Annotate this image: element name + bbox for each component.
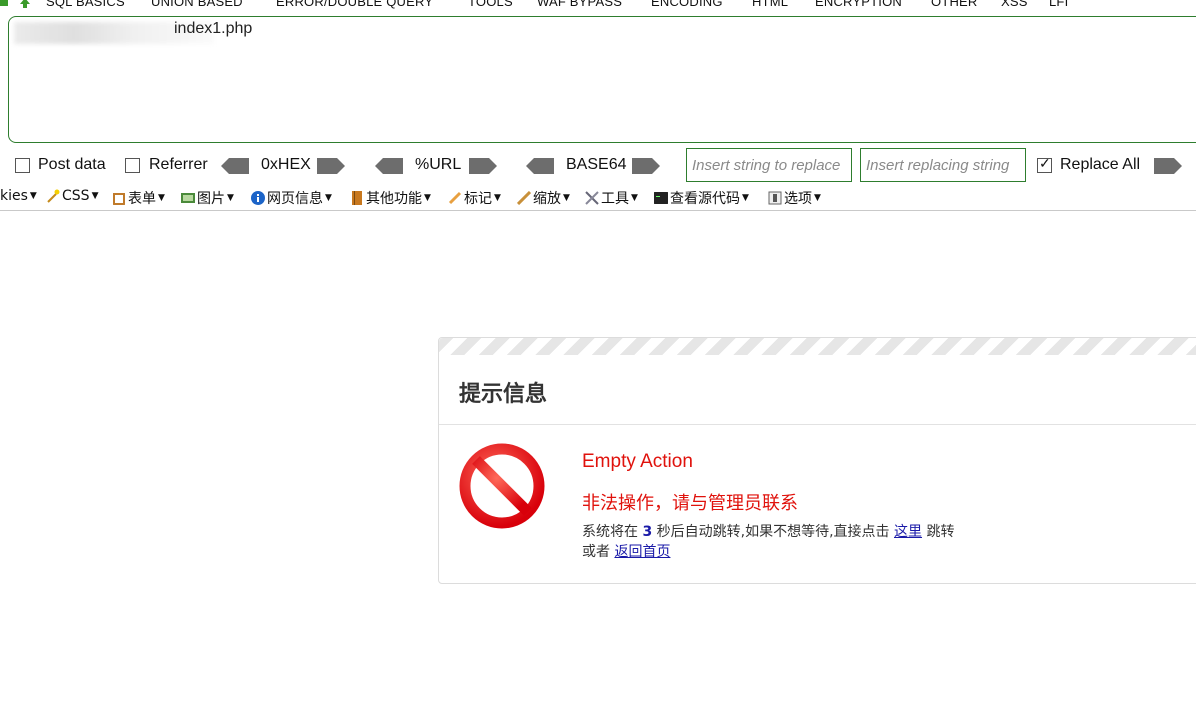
devbar-forms[interactable]: 表单 ▼	[112, 188, 165, 208]
message-panel: 提示信息 Empty Action 非法操作，请与管理员联系 系统将在 3 秒后…	[438, 337, 1196, 584]
devbar-options[interactable]: 选项 ▼	[768, 188, 821, 208]
devbar-tools[interactable]: 工具 ▼	[585, 188, 638, 208]
panel-title: 提示信息	[459, 382, 548, 407]
forbidden-icon	[459, 443, 545, 529]
menu-html[interactable]: HTML	[752, 0, 793, 9]
panel-stripe-header	[439, 338, 1196, 355]
magic-wand-icon	[47, 189, 60, 203]
error-action-text: Empty Action	[582, 451, 693, 472]
menu-waf-bypass[interactable]: WAF BYPASS	[537, 0, 627, 9]
redirect-here-link[interactable]: 这里	[894, 524, 922, 540]
green-arrow-icon	[0, 0, 8, 6]
options-icon	[768, 191, 782, 205]
devbar-cookies[interactable]: kies ▼	[0, 188, 37, 204]
devbar-page-info[interactable]: 网页信息 ▼	[251, 188, 332, 208]
return-home-link[interactable]: 返回首页	[614, 544, 670, 560]
url-decode-arrow-icon[interactable]	[375, 158, 403, 174]
menu-sql-basics[interactable]: SQL BASICS	[46, 0, 130, 9]
devbar-css[interactable]: CSS ▼	[46, 188, 98, 204]
post-data-label: Post data	[38, 156, 106, 173]
hex-decode-arrow-icon[interactable]	[221, 158, 249, 174]
menu-error-double-query[interactable]: ERROR/DOUBLE QUERY	[276, 0, 438, 9]
info-icon	[251, 191, 265, 205]
replace-all-label: Replace All	[1060, 156, 1141, 173]
toolbar-divider	[0, 210, 1196, 211]
menu-encoding[interactable]: ENCODING	[651, 0, 727, 9]
hackbar-options-row: Post data Referrer 0xHEX %URL BASE64 Ins…	[0, 148, 1196, 184]
book-icon	[352, 191, 362, 205]
base64-decode-arrow-icon[interactable]	[526, 158, 554, 174]
referrer-label: Referrer	[149, 156, 208, 173]
green-up-arrow-icon[interactable]	[20, 0, 30, 8]
devbar-images[interactable]: 图片 ▼	[181, 188, 234, 208]
ruler-icon	[517, 191, 531, 205]
hackbar-menu: SQL BASICS UNION BASED ERROR/DOUBLE QUER…	[0, 0, 1196, 10]
redirect-notice: 系统将在 3 秒后自动跳转,如果不想等待,直接点击 这里 跳转	[582, 524, 955, 540]
menu-tools[interactable]: TOOLS	[468, 0, 518, 9]
post-data-checkbox[interactable]	[15, 158, 30, 173]
image-icon	[181, 193, 195, 203]
hex-encode-arrow-icon[interactable]	[317, 158, 345, 174]
menu-lfi[interactable]: LFI	[1049, 0, 1073, 9]
terminal-icon	[654, 192, 668, 204]
tools-icon	[585, 191, 599, 205]
replace-go-arrow-icon[interactable]	[1154, 158, 1182, 174]
devbar-resize[interactable]: 缩放 ▼	[517, 188, 570, 208]
base64-label: BASE64	[566, 156, 627, 173]
replace-all-checkbox[interactable]	[1037, 155, 1052, 173]
menu-encryption[interactable]: ENCRYPTION	[815, 0, 907, 9]
hex-label: 0xHEX	[261, 156, 311, 173]
home-notice: 或者 返回首页	[582, 544, 671, 560]
referrer-checkbox[interactable]	[125, 158, 140, 173]
web-developer-toolbar: kies ▼ CSS ▼ 表单 ▼ 图片 ▼ 网页信息 ▼ 其他功能 ▼ 标记 ▼ 缩放 ▼ 工…	[0, 186, 1196, 208]
base64-encode-arrow-icon[interactable]	[632, 158, 660, 174]
menu-union-based[interactable]: UNION BASED	[151, 0, 248, 9]
pencil-icon	[448, 191, 462, 205]
panel-divider	[439, 424, 1196, 425]
url-encode-arrow-icon[interactable]	[469, 158, 497, 174]
url-text: index1.php	[174, 20, 253, 37]
devbar-view-source[interactable]: 查看源代码 ▼	[654, 188, 749, 208]
devbar-outline[interactable]: 标记 ▼	[448, 188, 501, 208]
countdown-seconds: 3	[642, 524, 653, 540]
url-label: %URL	[415, 156, 462, 173]
replacing-string-input[interactable]: Insert replacing string	[860, 148, 1026, 182]
menu-xss[interactable]: XSS	[1001, 0, 1032, 9]
menu-other[interactable]: OTHER	[931, 0, 982, 9]
replace-string-input[interactable]: Insert string to replace	[686, 148, 852, 182]
clipboard-icon	[113, 193, 125, 205]
devbar-misc[interactable]: 其他功能 ▼	[350, 188, 431, 208]
error-description: 非法操作，请与管理员联系	[582, 493, 798, 514]
